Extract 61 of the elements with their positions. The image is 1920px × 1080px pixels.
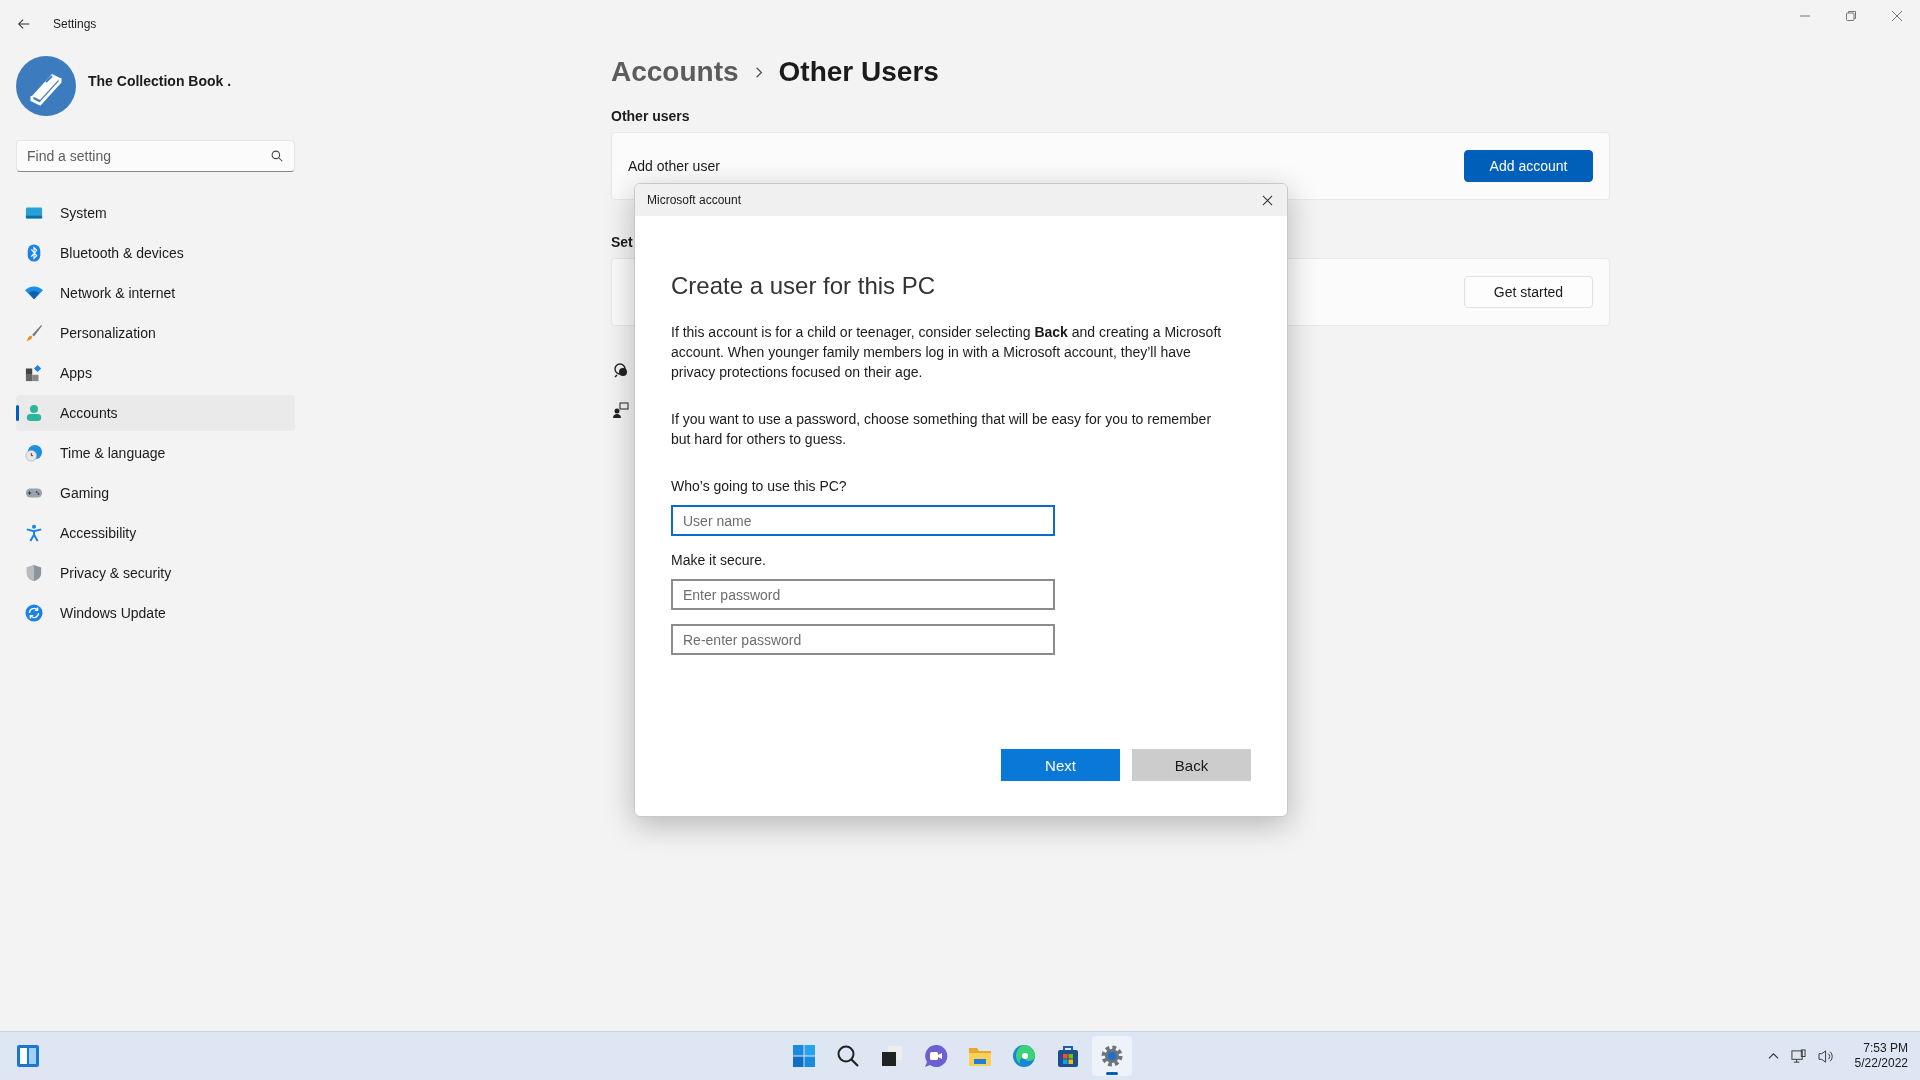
paintbrush-icon xyxy=(25,324,43,342)
wifi-icon xyxy=(25,284,43,302)
person-chat-icon[interactable] xyxy=(613,402,629,418)
clock[interactable]: 7:53 PM 5/22/2022 xyxy=(1854,1041,1908,1071)
search-icon[interactable] xyxy=(271,150,283,162)
profile-name: The Collection Book . xyxy=(88,73,232,89)
field-label: Who’s going to use this PC? xyxy=(671,478,848,494)
bluetooth-icon xyxy=(25,244,43,262)
window-title: Settings xyxy=(53,17,97,31)
globe-clock-icon xyxy=(25,444,43,462)
widgets-icon[interactable] xyxy=(16,1044,40,1068)
gear-icon xyxy=(1100,1044,1124,1068)
chevron-up-icon[interactable] xyxy=(1767,1050,1779,1062)
help-search-icon[interactable] xyxy=(613,362,629,378)
shield-icon xyxy=(25,564,43,582)
chevron-right-icon xyxy=(754,65,763,79)
field-label: Make it secure. xyxy=(671,552,767,568)
sync-icon xyxy=(25,604,43,622)
card-label: Add other user xyxy=(628,158,720,174)
nav-item[interactable]: Accessibility xyxy=(16,515,295,551)
breadcrumb-parent[interactable]: Accounts xyxy=(611,56,739,88)
restore-icon[interactable] xyxy=(1845,10,1857,22)
nav-item[interactable]: Network & internet xyxy=(16,275,295,311)
nav-item[interactable]: Privacy & security xyxy=(16,555,295,591)
store-bag-icon xyxy=(1056,1044,1080,1068)
nav-item[interactable]: Windows Update xyxy=(16,595,295,631)
dialog-button[interactable]: Back xyxy=(1132,749,1251,781)
speaker-icon[interactable] xyxy=(1817,1048,1835,1064)
page-title: Other Users xyxy=(778,56,939,88)
input-field[interactable]: Enter password xyxy=(671,579,1055,610)
back-arrow-icon[interactable] xyxy=(17,17,31,31)
search-icon xyxy=(836,1044,860,1068)
nav-item[interactable]: Personalization xyxy=(16,315,295,351)
section-heading: Set xyxy=(611,234,634,250)
nav-item[interactable]: Accounts xyxy=(16,395,295,431)
dialog-paragraph: If this account is for a child or teenager, consider selecting Back and creating a Microsoft account. When younger family members log in with a Microsoft account, they’ll have privacy protections focused on their age. xyxy=(671,323,1223,382)
nav-item[interactable]: Bluetooth & devices xyxy=(16,235,295,271)
input-field[interactable]: User name xyxy=(671,505,1055,536)
search-field[interactable]: Find a setting xyxy=(16,140,295,172)
nav-item[interactable]: Apps xyxy=(16,355,295,391)
apps-icon xyxy=(25,364,43,382)
card-button[interactable]: Get started xyxy=(1464,276,1593,308)
browser-icon xyxy=(1012,1044,1036,1068)
network-monitor-icon[interactable] xyxy=(1790,1048,1806,1064)
close-icon[interactable] xyxy=(1891,10,1903,22)
dialog-paragraph: If you want to use a password, choose something that will be easy for you to remember but hard for others to guess. xyxy=(671,410,1213,449)
card-button[interactable]: Add account xyxy=(1464,150,1593,182)
nav-item[interactable]: Gaming xyxy=(16,475,295,511)
input-field[interactable]: Re-enter password xyxy=(671,624,1055,655)
section-heading: Other users xyxy=(611,108,691,124)
nav-item[interactable]: Time & language xyxy=(16,435,295,471)
task-view-icon xyxy=(880,1044,904,1068)
dialog-title: Microsoft account xyxy=(647,193,742,207)
accessibility-figure-icon xyxy=(25,524,43,542)
close-icon[interactable] xyxy=(1262,194,1273,206)
dialog-button[interactable]: Next xyxy=(1001,749,1120,781)
nav-item[interactable]: System xyxy=(16,195,295,231)
video-chat-icon xyxy=(924,1044,948,1068)
windows-logo-icon xyxy=(792,1044,816,1068)
person-icon xyxy=(25,404,43,422)
dialog-heading: Create a user for this PC xyxy=(671,272,937,300)
